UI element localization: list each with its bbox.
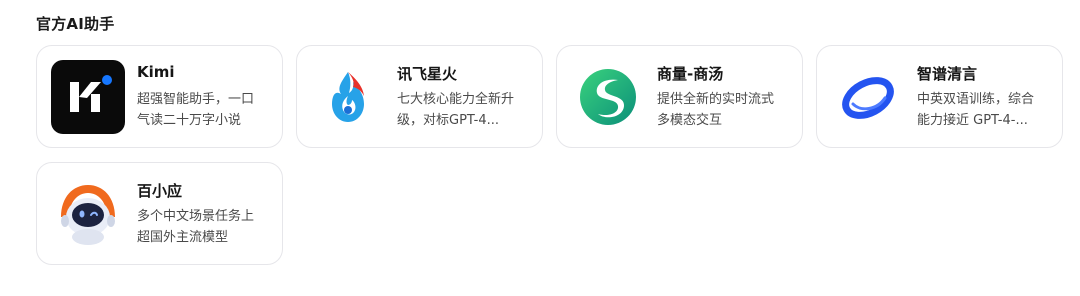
section-title: 官方AI助手 bbox=[36, 15, 115, 33]
assistant-name: Kimi bbox=[137, 63, 175, 81]
assistant-name: 百小应 bbox=[137, 182, 183, 200]
description-line: 多个中文场景任务上 bbox=[137, 209, 255, 224]
description-line: 七大核心能力全新升 bbox=[397, 92, 515, 107]
spark-flame-logo-icon bbox=[311, 60, 385, 134]
assistant-description: 超强智能助手，一口 气读二十万字小说 bbox=[137, 89, 271, 131]
assistant-card-zhipu[interactable]: 智谱清言 中英双语训练，综合 能力接近 GPT-4-... bbox=[816, 45, 1063, 148]
assistant-card-sensechat[interactable]: 商量-商汤 提供全新的实时流式 多模态交互 bbox=[556, 45, 803, 148]
description-line: 级，对标GPT-4... bbox=[397, 113, 500, 128]
description-line: 超国外主流模型 bbox=[137, 230, 229, 245]
description-line: 能力接近 GPT-4-... bbox=[917, 113, 1028, 128]
assistant-name: 商量-商汤 bbox=[657, 65, 724, 83]
assistant-description: 七大核心能力全新升 级，对标GPT-4... bbox=[397, 89, 531, 131]
assistant-description: 提供全新的实时流式 多模态交互 bbox=[657, 89, 791, 131]
sensechat-s-logo-icon bbox=[571, 60, 645, 134]
zhipu-ring-logo-icon bbox=[831, 60, 905, 134]
assistant-card-spark[interactable]: 讯飞星火 七大核心能力全新升 级，对标GPT-4... bbox=[296, 45, 543, 148]
assistant-grid: Kimi 超强智能助手，一口 气读二十万字小说 讯飞星火 七大核心能力全新升 级… bbox=[36, 45, 1063, 265]
robot-avatar-logo-icon bbox=[51, 177, 125, 251]
assistant-name: 讯飞星火 bbox=[397, 65, 458, 83]
description-line: 中英双语训练，综合 bbox=[917, 92, 1035, 107]
kimi-logo-icon bbox=[51, 60, 125, 134]
description-line: 多模态交互 bbox=[657, 113, 723, 128]
assistant-card-kimi[interactable]: Kimi 超强智能助手，一口 气读二十万字小说 bbox=[36, 45, 283, 148]
assistant-name: 智谱清言 bbox=[917, 65, 978, 83]
description-line: 超强智能助手，一口 bbox=[137, 92, 255, 107]
assistant-description: 中英双语训练，综合 能力接近 GPT-4-... bbox=[917, 89, 1051, 131]
description-line: 提供全新的实时流式 bbox=[657, 92, 775, 107]
assistant-description: 多个中文场景任务上 超国外主流模型 bbox=[137, 206, 271, 248]
assistant-card-baixiaoying[interactable]: 百小应 多个中文场景任务上 超国外主流模型 bbox=[36, 162, 283, 265]
description-line: 气读二十万字小说 bbox=[137, 113, 242, 128]
